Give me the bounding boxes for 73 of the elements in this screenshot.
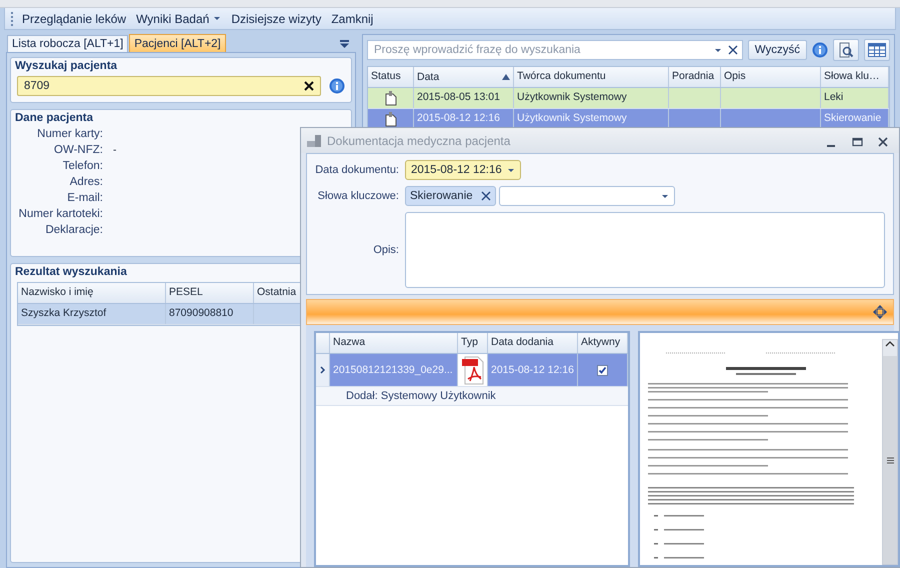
- menu-item[interactable]: Wyniki Badań: [135, 10, 222, 28]
- field-value: -: [113, 144, 118, 156]
- caret-icon: [507, 168, 515, 172]
- field-label: Deklaracje:: [44, 224, 103, 236]
- keyword-tag[interactable]: Skierowanie: [405, 186, 496, 206]
- field-label: Adres:: [68, 176, 103, 188]
- description-field[interactable]: [405, 212, 885, 288]
- checkbox[interactable]: [597, 364, 608, 376]
- column-header[interactable]: Twórca dokumentu: [514, 67, 669, 87]
- move-icon[interactable]: [873, 305, 887, 319]
- pdf-icon: [462, 355, 484, 385]
- table-cell: Leki: [821, 88, 889, 108]
- close-icon[interactable]: [480, 191, 491, 201]
- menu-item[interactable]: Zamknij: [330, 10, 374, 28]
- minimize-icon: [827, 144, 835, 146]
- column-header[interactable]: PESEL: [166, 283, 254, 303]
- document-icon: [384, 91, 396, 106]
- tab[interactable]: Pacjenci [ALT+2]: [129, 34, 226, 52]
- column-header[interactable]: Poradnia: [669, 67, 721, 87]
- search-document-icon: [838, 42, 854, 58]
- menu-item[interactable]: Przeglądanie leków: [21, 10, 128, 28]
- table-row[interactable]: 2015-08-05 13:01 Użytkownik Systemowy Leki: [368, 88, 889, 109]
- tab[interactable]: Lista robocza [ALT+1]: [7, 35, 128, 52]
- field-label: Słowa kluczowe:: [316, 190, 399, 202]
- close-icon[interactable]: [878, 136, 888, 146]
- clear-button[interactable]: Wyczyść: [748, 40, 807, 60]
- column-header[interactable]: Słowa klu…: [821, 67, 889, 87]
- menu-item[interactable]: Dzisiejsze wizyty: [230, 10, 322, 28]
- search-field[interactable]: Proszę wprowadzić frazę do wyszukania: [367, 40, 743, 60]
- column-header[interactable]: Data: [414, 67, 514, 87]
- filter-icon[interactable]: [339, 40, 350, 48]
- column-header[interactable]: Typ: [458, 333, 488, 353]
- table-cell: 2015-08-12 12:16: [488, 354, 578, 386]
- window-icon: [307, 134, 321, 146]
- table-cell: Szyszka Krzysztof: [18, 304, 166, 324]
- maximize-icon: [852, 136, 862, 146]
- close-icon[interactable]: [728, 45, 738, 55]
- window-title: Dokumentacja medyczna pacjenta: [327, 134, 512, 148]
- field-label: OW-NFZ:: [53, 144, 103, 156]
- info-icon[interactable]: [329, 78, 345, 94]
- scrollbar[interactable]: [882, 339, 898, 565]
- grid-icon: [868, 43, 886, 57]
- grid-button[interactable]: [864, 39, 890, 61]
- chevron-icon: [320, 366, 326, 374]
- field-label: Data dokumentu:: [315, 164, 399, 176]
- table-cell: 2015-08-05 13:01: [414, 88, 514, 108]
- column-header[interactable]: Nazwisko i imię: [18, 283, 166, 303]
- grip-icon: [886, 456, 894, 464]
- caret-icon: [714, 48, 722, 52]
- field-label: Numer karty:: [36, 128, 103, 140]
- field-label: Numer kartoteki:: [18, 208, 103, 220]
- document-icon: [384, 112, 396, 127]
- column-header[interactable]: Status: [368, 67, 414, 87]
- column-header[interactable]: Data dodania: [488, 333, 578, 353]
- table-cell: Użytkownik Systemowy: [514, 88, 669, 108]
- search-document-button[interactable]: [833, 39, 859, 61]
- group-title: Dane pacjenta: [15, 112, 93, 124]
- table-cell: 87090908810: [166, 304, 254, 324]
- column-header[interactable]: Aktywny: [578, 333, 628, 353]
- group-title: Wyszukaj pacjenta: [15, 60, 118, 72]
- column-header[interactable]: Opis: [721, 67, 821, 87]
- added-by-text: Dodał: Systemowy Użytkownik: [346, 389, 496, 404]
- field-label: Opis:: [372, 244, 399, 256]
- caret-icon: [660, 194, 669, 198]
- group-title: Rezultat wyszukania: [15, 266, 127, 278]
- field-label: E-mail:: [66, 192, 103, 204]
- close-icon[interactable]: [304, 81, 314, 91]
- scroll-up-icon[interactable]: [885, 340, 895, 348]
- date-field[interactable]: 2015-08-12 12:16: [405, 160, 521, 180]
- column-header[interactable]: Nazwa: [330, 333, 458, 353]
- field-label: Telefon:: [62, 160, 103, 172]
- info-icon[interactable]: [812, 42, 828, 58]
- search-field[interactable]: 8709: [17, 76, 321, 96]
